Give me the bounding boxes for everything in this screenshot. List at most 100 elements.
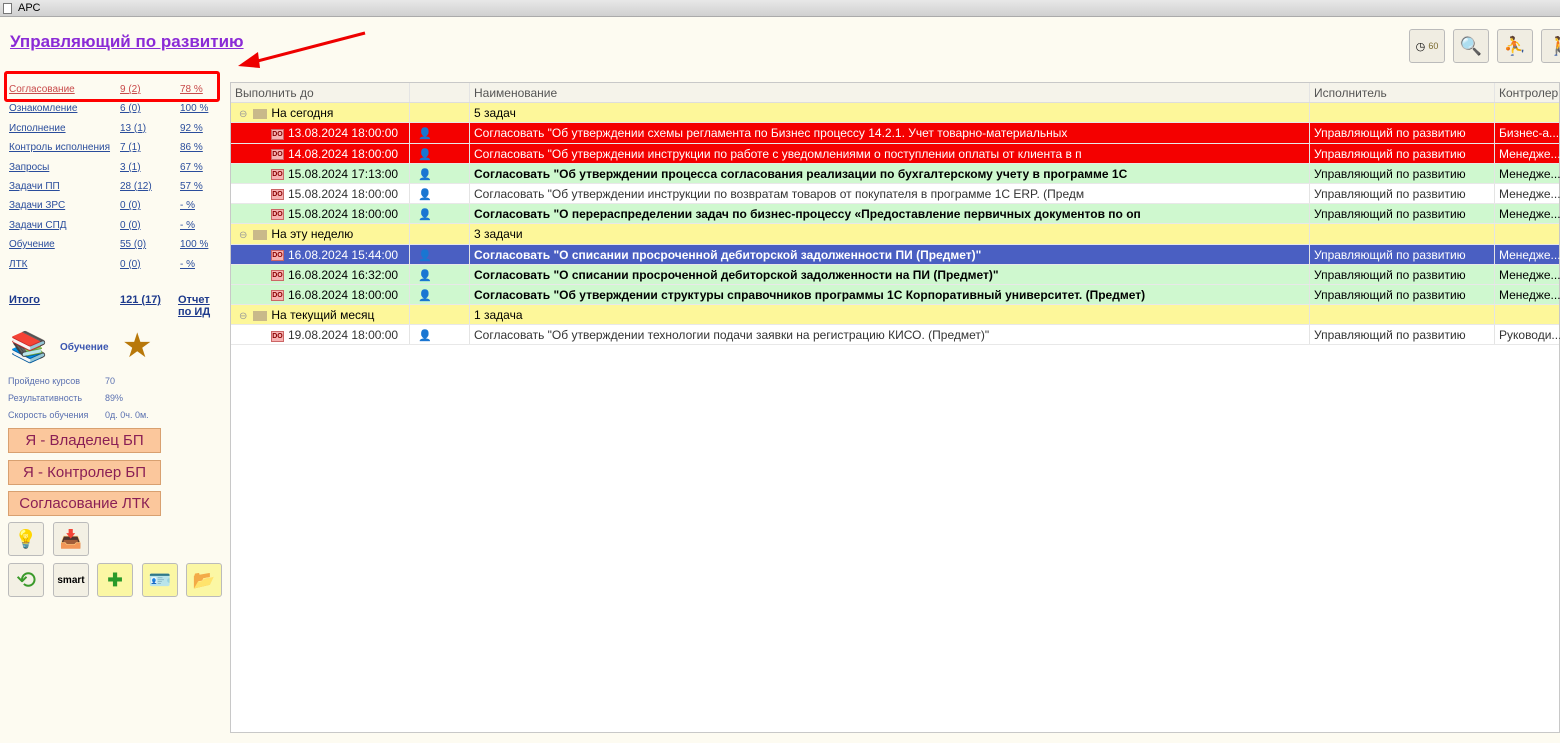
ltk-approval-button[interactable]: Согласование ЛТК <box>8 491 161 516</box>
controller: Бизнес-а... <box>1495 123 1560 142</box>
group-cell: ⊖ На текущий месяц <box>231 305 410 325</box>
group-row[interactable]: ⊖ На текущий месяц 1 задача <box>231 305 1560 326</box>
column-header[interactable]: Исполнитель <box>1310 83 1495 103</box>
stat-name-link[interactable]: Обучение <box>9 239 55 250</box>
tasks-table: Выполнить до Наименование Исполнитель Контр… <box>230 82 1560 733</box>
stat-pct-link[interactable]: 57 % <box>180 181 203 192</box>
collapse-icon[interactable]: ⊖ <box>239 109 247 120</box>
controller: Менедже... <box>1495 204 1560 223</box>
controller: Менедже... <box>1495 184 1560 203</box>
task-row[interactable]: DO 16.08.2024 15:44:00 👤 Согласовать "О спи… <box>231 244 1560 265</box>
stat-pct-link[interactable]: - % <box>180 220 195 231</box>
exit-button[interactable]: 🚶 <box>1541 29 1560 63</box>
smart-button[interactable]: smart <box>53 563 89 597</box>
stat-row: ЛТК 0 (0) - % <box>9 259 224 278</box>
stat-pct-link[interactable]: 100 % <box>180 103 208 114</box>
group-row[interactable]: ⊖ На сегодня 5 задач <box>231 103 1559 124</box>
stat-count-link[interactable]: 55 (0) <box>120 239 146 250</box>
total-count[interactable]: 121 (17) <box>120 294 161 306</box>
id-badge-icon: 🪪 <box>148 569 172 590</box>
due-date: 13.08.2024 18:00:00 <box>288 126 399 141</box>
add-document-button[interactable]: ✚ <box>97 563 133 597</box>
due-cell: DO 16.08.2024 15:44:00 <box>231 244 410 264</box>
page-title[interactable]: Управляющий по развитию <box>10 32 244 52</box>
stat-name-link[interactable]: Контроль исполнения <box>9 142 110 153</box>
graduation-books-icon: 📚 <box>10 331 48 364</box>
user-icon: 👤 <box>418 249 432 262</box>
result-label: Результативность <box>8 393 83 403</box>
column-header[interactable]: Наименование <box>470 83 1310 103</box>
task-row[interactable]: DO 14.08.2024 18:00:00 👤 Согласовать "Об ут… <box>231 143 1560 164</box>
stat-name-link[interactable]: ЛТК <box>9 259 28 270</box>
column-header[interactable]: Выполнить до <box>231 83 410 103</box>
speed-label: Скорость обучения <box>8 410 89 420</box>
stat-row: Задачи СПД 0 (0) - % <box>9 220 224 239</box>
task-row[interactable]: DO 15.08.2024 18:00:00 👤 Согласовать "Об ут… <box>231 183 1560 205</box>
group-row[interactable]: ⊖ На эту неделю 3 задачи <box>231 224 1560 245</box>
report-link[interactable]: Отчет по ИД <box>178 294 210 318</box>
task-row[interactable]: DO 13.08.2024 18:00:00 👤 Согласовать "Об ут… <box>231 123 1560 144</box>
column-header[interactable] <box>410 83 470 103</box>
stat-pct-link[interactable]: 100 % <box>180 239 208 250</box>
collapse-icon[interactable]: ⊖ <box>239 230 247 241</box>
stat-pct-link[interactable]: - % <box>180 259 195 270</box>
stat-pct-link[interactable]: 67 % <box>180 162 203 173</box>
task-name: Согласовать "Об утверждении схемы реглам… <box>470 123 1310 143</box>
stat-name-link[interactable]: Запросы <box>9 162 49 173</box>
learning-label[interactable]: Обучение <box>60 342 109 353</box>
column-header[interactable]: Контролер <box>1495 83 1560 102</box>
empty-cell <box>1495 305 1560 324</box>
stat-count-link[interactable]: 9 (2) <box>120 84 141 95</box>
task-row[interactable]: DO 19.08.2024 18:00:00 👤 Согласовать "Об ут… <box>231 325 1560 346</box>
stat-row: Исполнение 13 (1) 92 % <box>9 123 224 142</box>
due-date: 15.08.2024 18:00:00 <box>288 186 399 201</box>
stat-name-link[interactable]: Задачи СПД <box>9 220 67 231</box>
empty-cell <box>1495 224 1560 243</box>
stat-name-link[interactable]: Исполнение <box>9 123 66 134</box>
controller-bp-button[interactable]: Я - Контролер БП <box>8 460 161 485</box>
stat-row: Запросы 3 (1) 67 % <box>9 162 224 181</box>
total-label[interactable]: Итого <box>9 294 40 306</box>
stat-count-link[interactable]: 0 (0) <box>120 200 141 211</box>
stat-count-link[interactable]: 7 (1) <box>120 142 141 153</box>
inbox-button[interactable]: 📥 <box>53 522 89 556</box>
executor: Управляющий по развитию <box>1310 163 1495 183</box>
timer-button[interactable]: ◷ 60 <box>1409 29 1445 63</box>
group-name: На сегодня <box>271 106 334 121</box>
courses-info: Пройдено курсов 70 <box>8 376 115 386</box>
hierarchy-button[interactable]: ⛹ <box>1497 29 1533 63</box>
executor: Управляющий по развитию <box>1310 183 1495 204</box>
stat-count-link[interactable]: 28 (12) <box>120 181 152 192</box>
task-row[interactable]: DO 16.08.2024 18:00:00 👤 Согласовать "Об ут… <box>231 284 1560 306</box>
stat-name-link[interactable]: Задачи ЗРС <box>9 200 65 211</box>
stat-pct-link[interactable]: 92 % <box>180 123 203 134</box>
user-cell: 👤 <box>410 204 470 224</box>
task-row[interactable]: DO 15.08.2024 17:13:00 👤 Согласовать "Об ут… <box>231 163 1560 184</box>
executor: Управляющий по развитию <box>1310 284 1495 305</box>
due-cell: DO 16.08.2024 18:00:00 <box>231 284 410 305</box>
stat-pct-link[interactable]: 78 % <box>180 84 203 95</box>
stat-pct-link[interactable]: - % <box>180 200 195 211</box>
stat-name-link[interactable]: Задачи ПП <box>9 181 60 192</box>
stat-count-link[interactable]: 6 (0) <box>120 103 141 114</box>
stat-count-link[interactable]: 0 (0) <box>120 220 141 231</box>
stat-count-link[interactable]: 13 (1) <box>120 123 146 134</box>
refresh-button[interactable]: ⟲ <box>8 563 44 597</box>
stat-name-link[interactable]: Ознакомление <box>9 103 77 114</box>
speed-value: 0д. 0ч. 0м. <box>105 410 149 420</box>
user-search-button[interactable]: 🔍 <box>1453 29 1489 63</box>
folders-button[interactable]: 📂 <box>186 563 222 597</box>
controller: Менедже... <box>1495 265 1560 284</box>
owner-bp-button[interactable]: Я - Владелец БП <box>8 428 161 453</box>
group-cell: ⊖ На эту неделю <box>231 224 410 244</box>
due-date: 14.08.2024 18:00:00 <box>288 146 399 161</box>
stat-count-link[interactable]: 3 (1) <box>120 162 141 173</box>
stat-count-link[interactable]: 0 (0) <box>120 259 141 270</box>
badge-button[interactable]: 🪪 <box>142 563 178 597</box>
stat-pct-link[interactable]: 86 % <box>180 142 203 153</box>
task-row[interactable]: DO 15.08.2024 18:00:00 👤 Согласовать "О пер… <box>231 204 1560 225</box>
stat-name-link[interactable]: Согласование <box>9 84 75 95</box>
lightbulb-button[interactable]: 💡 <box>8 522 44 556</box>
task-row[interactable]: DO 16.08.2024 16:32:00 👤 Согласовать "О спи… <box>231 264 1560 285</box>
collapse-icon[interactable]: ⊖ <box>239 311 247 322</box>
